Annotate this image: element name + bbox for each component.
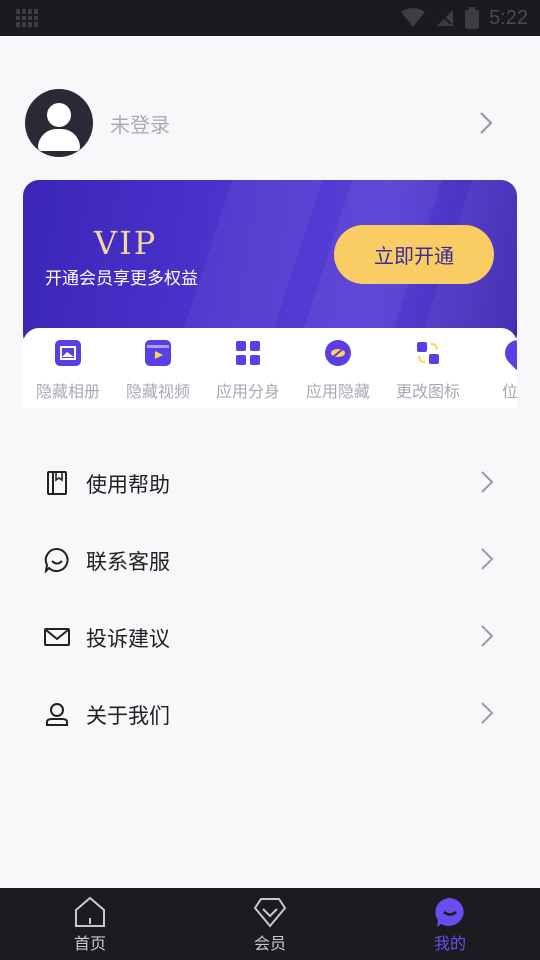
chat-icon [44, 547, 69, 573]
book-icon [47, 471, 67, 495]
feature-hidden-video[interactable]: 隐藏视频 [113, 340, 203, 402]
tab-home[interactable]: 首页 [0, 888, 180, 960]
menu-item-label: 投诉建议 [86, 627, 170, 651]
tab-label: 我的 [433, 934, 466, 953]
feature-label: 应用隐藏 [305, 382, 370, 401]
chevron-right-icon [481, 471, 494, 493]
open-vip-button[interactable]: 立即开通 [334, 225, 494, 284]
battery-icon [465, 7, 480, 29]
no-signal-icon [437, 10, 454, 26]
location-icon [499, 334, 517, 372]
mine-icon [435, 898, 464, 927]
app-hide-icon [325, 340, 351, 366]
chevron-right-icon [481, 702, 494, 724]
feature-app-clone[interactable]: 应用分身 [203, 340, 293, 402]
menu-item-label: 联系客服 [86, 550, 170, 574]
login-status-label: 未登录 [110, 112, 170, 137]
feature-hidden-album[interactable]: 隐藏相册 [23, 340, 113, 402]
feature-location[interactable]: 位置 [473, 334, 517, 402]
feature-strip[interactable]: 隐藏相册 隐藏视频 应用分身 应用隐藏 更改图标 位置 [23, 328, 517, 408]
tab-vip[interactable]: 会员 [180, 888, 360, 960]
menu-item-label: 关于我们 [86, 704, 170, 728]
vip-logo: VIP [94, 224, 158, 262]
hidden-album-icon [55, 340, 81, 366]
menu-item-feedback[interactable]: 投诉建议 [0, 598, 540, 675]
chevron-right-icon [480, 112, 493, 134]
profile-row[interactable]: 未登录 [25, 89, 515, 157]
chevron-right-icon [481, 548, 494, 570]
notification-grid-icon [16, 9, 38, 27]
status-bar: 5:22 [0, 0, 540, 36]
vip-card: VIP 开通会员享更多权益 立即开通 [23, 180, 517, 350]
diamond-icon [253, 898, 287, 928]
menu-item-customer-service[interactable]: 联系客服 [0, 521, 540, 598]
menu-item-help[interactable]: 使用帮助 [0, 444, 540, 521]
feature-label: 应用分身 [215, 382, 280, 401]
wifi-icon [401, 8, 426, 27]
settings-menu: 使用帮助 联系客服 投诉建议 关于我们 [0, 444, 540, 752]
tab-label: 首页 [73, 934, 106, 953]
home-icon [75, 896, 105, 927]
feature-app-hide[interactable]: 应用隐藏 [293, 340, 383, 402]
feature-label: 隐藏视频 [125, 382, 190, 401]
chevron-right-icon [481, 625, 494, 647]
app-clone-icon [235, 340, 261, 366]
tab-mine[interactable]: 我的 [360, 888, 540, 960]
feature-change-icon[interactable]: 更改图标 [383, 340, 473, 402]
tab-label: 会员 [253, 934, 286, 953]
change-icon-icon [415, 340, 441, 366]
menu-item-about[interactable]: 关于我们 [0, 675, 540, 752]
bottom-tab-bar: 首页 会员 我的 [0, 888, 540, 960]
feature-label: 更改图标 [395, 382, 460, 401]
feature-label: 位置 [501, 382, 517, 401]
mail-icon [44, 628, 70, 646]
menu-item-label: 使用帮助 [86, 473, 170, 497]
vip-subtitle: 开通会员享更多权益 [45, 269, 198, 289]
hidden-video-icon [145, 340, 171, 366]
feature-label: 隐藏相册 [35, 382, 100, 401]
avatar[interactable] [25, 89, 93, 157]
status-time: 5:22 [489, 6, 528, 29]
user-icon [46, 703, 68, 726]
